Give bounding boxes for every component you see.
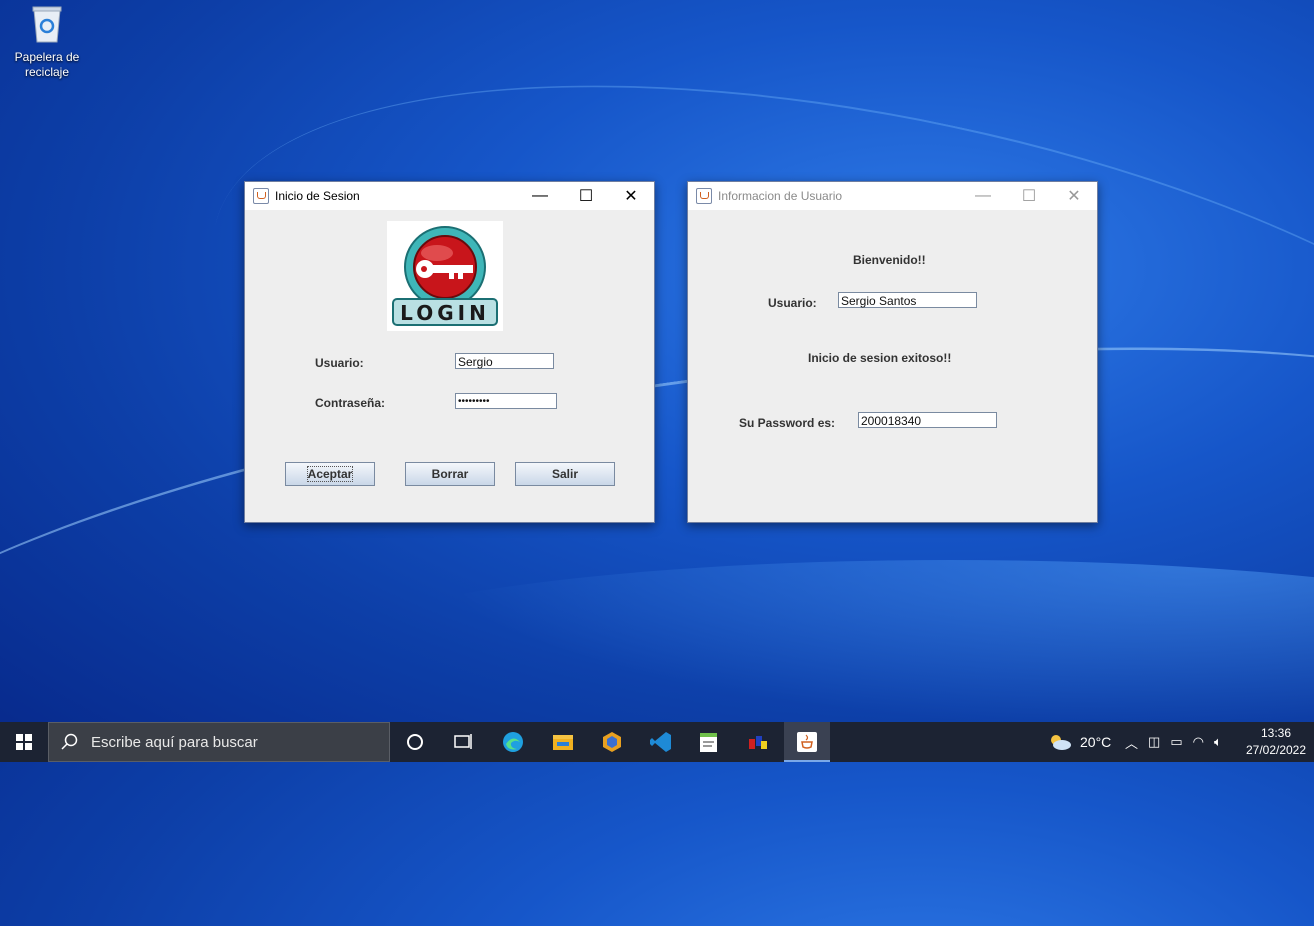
info-password-field[interactable]: 200018340 [858,412,997,428]
aceptar-label: Aceptar [306,466,354,482]
battery-icon[interactable]: ▭ [1170,734,1182,750]
borrar-button[interactable]: Borrar [405,462,495,486]
borrar-label: Borrar [431,467,469,481]
welcome-text: Bienvenido!! [853,253,926,267]
usuario-input[interactable]: Sergio [455,353,554,369]
password-label: Contraseña: [315,396,386,410]
usuario-label: Usuario: [315,356,364,370]
clock[interactable]: 13:36 27/02/2022 [1244,725,1308,759]
taskbar-search[interactable]: Escribe aquí para buscar [48,722,390,762]
system-tray: ︿ ◫ ▭ ◠ 🔈︎ [1125,722,1222,762]
java-app-taskbar-button[interactable] [784,722,830,762]
weather-widget[interactable]: 20°C [1048,722,1111,762]
task-view-icon[interactable] [451,730,475,754]
windows-icon [16,734,32,750]
minimize-button[interactable]: — [960,182,1006,210]
info-window: Informacion de Usuario — ☐ ✕ Bienvenido!… [687,181,1098,523]
aceptar-button[interactable]: Aceptar [285,462,375,486]
notepad-icon[interactable] [697,730,721,754]
logo-text: LOGIN [400,301,490,325]
maximize-button[interactable]: ☐ [563,182,609,210]
netbeans-icon[interactable] [600,730,624,754]
search-placeholder: Escribe aquí para buscar [91,733,258,751]
java-icon [253,188,269,204]
info-usuario-label: Usuario: [768,296,817,310]
minimize-button[interactable]: — [517,182,563,210]
clock-time: 13:36 [1260,726,1292,740]
file-explorer-icon[interactable] [551,730,575,754]
login-window-title: Inicio de Sesion [275,189,360,203]
start-button[interactable] [0,722,48,762]
login-window: Inicio de Sesion — ☐ ✕ LOGIN Usuario: Se… [244,181,655,523]
salir-button[interactable]: Salir [515,462,615,486]
info-password-label: Su Password es: [739,416,836,430]
info-titlebar[interactable]: Informacion de Usuario — ☐ ✕ [688,182,1097,210]
info-window-title: Informacion de Usuario [718,189,843,203]
clock-date: 27/02/2022 [1245,743,1307,757]
recycle-bin-icon [30,4,64,44]
vscode-icon[interactable] [649,730,673,754]
edge-icon[interactable] [501,730,525,754]
wifi-icon[interactable]: ◠ [1193,734,1204,750]
info-usuario-field[interactable]: Sergio Santos [838,292,977,308]
meet-icon[interactable]: ◫ [1148,734,1160,750]
salir-label: Salir [551,467,578,481]
search-icon [61,733,78,750]
chevron-up-icon[interactable]: ︿ [1125,733,1138,752]
recycle-bin-shortcut[interactable]: Papelera de reciclaje [8,4,86,80]
app-icon[interactable] [746,730,770,754]
weather-cloud-icon [1051,735,1071,750]
java-icon [696,188,712,204]
close-button[interactable]: ✕ [608,182,654,210]
java-icon [797,732,817,752]
login-logo: LOGIN [387,221,503,331]
recycle-bin-label: Papelera de reciclaje [14,50,80,79]
maximize-button[interactable]: ☐ [1006,182,1052,210]
cortana-icon[interactable] [403,730,427,754]
volume-icon[interactable]: 🔈︎ [1214,734,1222,750]
weather-temp: 20°C [1080,734,1112,750]
success-message: Inicio de sesion exitoso!! [808,351,952,365]
login-titlebar[interactable]: Inicio de Sesion — ☐ ✕ [245,182,654,210]
password-input[interactable]: ••••••••• [455,393,557,409]
taskbar: Escribe aquí para buscar 20°C ︿ ◫ ▭ ◠ 🔈︎… [0,722,1314,762]
close-button[interactable]: ✕ [1051,182,1097,210]
